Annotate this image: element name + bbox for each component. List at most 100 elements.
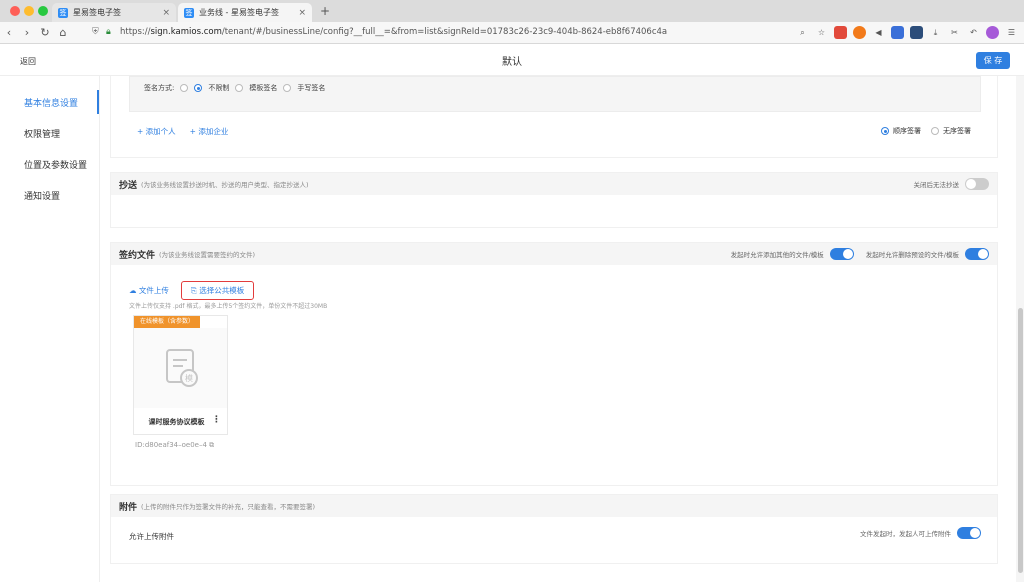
game-icon[interactable] (834, 26, 847, 39)
template-id: ID:d80eaf34–oe0e–4 ⧉ (135, 441, 215, 449)
cc-title: 抄送 (119, 180, 138, 191)
allow-add-label: 发起时允许添加其他的文件/模板 (730, 251, 824, 259)
maximize-window-button[interactable] (38, 6, 48, 16)
cc-toggle-group: 关闭后无法抄送 (913, 173, 989, 195)
minimize-window-button[interactable] (24, 6, 34, 16)
choose-template-button[interactable]: ⎘ 选择公共模板 (180, 281, 255, 300)
file-upload-note: 文件上传仅支持 .pdf 格式，最多上传5个签约文件，单份文件不超过30MB (129, 303, 328, 310)
tab-title: 业务线 - 星易签电子签 (199, 8, 279, 17)
allow-add-toggle[interactable] (829, 248, 854, 260)
back-arrow-icon[interactable]: ‹ (0, 26, 18, 39)
extension-icons: ⌕ ☆ ◀ ⤓ ✂ ↶ ☰ (796, 26, 1018, 39)
files-title: 签约文件 (119, 250, 156, 261)
sequential-option[interactable]: 顺序签署 (881, 126, 921, 136)
attachments-panel: 附件 (上传的附件只作为签署文件的补充，只能查看，不需要签署) 允许上传附件 文… (110, 494, 998, 564)
browser-tab-2[interactable]: 签 业务线 - 星易签电子签 × (178, 3, 312, 22)
template-badge: 在线模板（含参数） (134, 316, 201, 328)
radio-sequential[interactable] (881, 127, 889, 135)
cc-toggle[interactable] (965, 178, 989, 190)
files-panel-header: 签约文件 (为该业务线设置需要签约的文件) 发起时允许添加其他的文件/模板 发起… (111, 243, 997, 265)
template-card[interactable]: 在线模板（含参数） 模 课时服务协议模板 ⋮ (133, 315, 228, 435)
sign-method-row: 签名方式: 不限制 模板签名 手写签名 (144, 83, 325, 93)
forward-arrow-icon[interactable]: › (18, 26, 36, 39)
close-tab-icon[interactable]: × (298, 8, 306, 18)
main-content: 签名方式: 不限制 模板签名 手写签名 + 添加个人 + 添加企业 顺序签署 无… (110, 76, 998, 582)
attachments-toggle-group: 文件发起时，发起人可上传附件 (860, 527, 981, 539)
tab-title: 星易签电子签 (73, 8, 121, 17)
radio-unordered[interactable] (931, 127, 939, 135)
sign-files-panel: 签约文件 (为该业务线设置需要签约的文件) 发起时允许添加其他的文件/模板 发起… (110, 242, 998, 486)
option-no-limit: 不限制 (208, 84, 230, 92)
signers-panel: 签名方式: 不限制 模板签名 手写签名 + 添加个人 + 添加企业 顺序签署 无… (110, 76, 998, 158)
sidebar-item-position-params[interactable]: 位置及参数设置 (24, 158, 87, 171)
badge-icon[interactable] (891, 26, 904, 39)
favicon: 签 (184, 7, 194, 18)
more-options-icon[interactable]: ⋮ (212, 415, 221, 425)
search-icon[interactable]: ⌕ (796, 26, 809, 39)
sidebar-active-indicator (97, 90, 99, 114)
cc-hint: (为该业务线设置抄送时机、抄送的用户类型、指定抄送人) (141, 181, 309, 189)
undo-icon[interactable]: ↶ (967, 26, 980, 39)
files-hint: (为该业务线设置需要签约的文件) (159, 251, 256, 259)
radio-handwrite-sign[interactable] (283, 84, 292, 92)
scissors-icon[interactable]: ✂ (948, 26, 961, 39)
sidebar-item-permissions[interactable]: 权限管理 (24, 127, 60, 140)
star-icon[interactable]: ☆ (815, 26, 828, 39)
cc-toggle-label: 关闭后无法抄送 (913, 181, 960, 189)
download-icon[interactable]: ⤓ (929, 26, 942, 39)
browser-toolbar: ‹ › ↻ ⌂ ⛨ 🔒︎ https://sign.kamios.com/ten… (0, 22, 1024, 44)
template-name: 课时服务协议模板 (148, 418, 205, 426)
allow-delete-toggle[interactable] (965, 248, 989, 260)
scrollbar[interactable] (1016, 76, 1024, 582)
allow-delete-label: 发起时允许删除预设的文件/模板 (865, 251, 959, 259)
cc-panel: 抄送 (为该业务线设置抄送时机、抄送的用户类型、指定抄送人) 关闭后无法抄送 (110, 172, 998, 228)
sidebar: 基本信息设置 权限管理 位置及参数设置 通知设置 (0, 76, 100, 582)
close-tab-icon[interactable]: × (162, 8, 170, 18)
close-window-button[interactable] (10, 6, 20, 16)
browser-tab-1[interactable]: 签 星易签电子签 × (52, 3, 176, 22)
add-person-button[interactable]: + 添加个人 (137, 126, 176, 137)
option-handwrite-sign: 手写签名 (297, 84, 326, 92)
attachments-title: 附件 (119, 502, 138, 513)
fox-icon[interactable] (853, 26, 866, 39)
file-tools: ☁ 文件上传 ⎘ 选择公共模板 (129, 281, 255, 300)
info-icon (180, 84, 189, 92)
page-title: 默认 (502, 57, 522, 68)
new-tab-button[interactable]: + (320, 4, 330, 18)
sign-method-label: 签名方式: (144, 84, 175, 92)
radio-template-sign[interactable] (235, 84, 244, 92)
home-icon[interactable]: ⌂ (54, 26, 72, 39)
attachments-toggle-label: 文件发起时，发起人可上传附件 (860, 530, 951, 538)
save-button[interactable]: 保 存 (976, 52, 1010, 69)
sidebar-item-basic-settings[interactable]: 基本信息设置 (24, 96, 78, 109)
svg-text:模: 模 (185, 373, 193, 383)
upload-file-button[interactable]: ☁ 文件上传 (129, 285, 169, 300)
lock-icon[interactable]: 🔒︎ (106, 27, 111, 37)
avatar-icon[interactable] (986, 26, 999, 39)
add-company-button[interactable]: + 添加企业 (190, 126, 229, 137)
app-header: 返回 默认 保 存 (0, 44, 1024, 76)
url-field[interactable]: https://sign.kamios.com/tenant/#/busines… (120, 27, 667, 37)
shield-icon[interactable]: ⛨ (92, 27, 99, 37)
sidebar-item-notifications[interactable]: 通知设置 (24, 189, 60, 202)
camera-icon[interactable] (910, 26, 923, 39)
document-icon: 模 (134, 328, 227, 408)
allow-attachments-label: 允许上传附件 (129, 532, 174, 541)
attachments-panel-header: 附件 (上传的附件只作为签署文件的补充，只能查看，不需要签署) (111, 495, 997, 517)
reload-icon[interactable]: ↻ (36, 26, 54, 39)
signer-config-box: 签名方式: 不限制 模板签名 手写签名 (129, 76, 981, 112)
attachments-hint: (上传的附件只作为签署文件的补充，只能查看，不需要签署) (141, 503, 316, 511)
unordered-option[interactable]: 无序签署 (931, 126, 971, 136)
favicon: 签 (58, 7, 68, 18)
browser-tabbar: 签 星易签电子签 × 签 业务线 - 星易签电子签 × + (0, 0, 1024, 22)
megaphone-icon[interactable]: ◀ (872, 26, 885, 39)
menu-icon[interactable]: ☰ (1005, 26, 1018, 39)
cc-panel-header: 抄送 (为该业务线设置抄送时机、抄送的用户类型、指定抄送人) 关闭后无法抄送 (111, 173, 997, 195)
attachments-toggle[interactable] (957, 527, 981, 539)
scrollbar-thumb[interactable] (1018, 308, 1023, 573)
radio-no-limit[interactable] (194, 84, 203, 92)
files-toggle-group: 发起时允许添加其他的文件/模板 发起时允许删除预设的文件/模板 (731, 243, 989, 265)
sign-order-row: 顺序签署 无序签署 (881, 126, 971, 136)
copy-icon[interactable]: ⧉ (209, 441, 214, 449)
add-signer-row: + 添加个人 + 添加企业 (137, 126, 228, 137)
